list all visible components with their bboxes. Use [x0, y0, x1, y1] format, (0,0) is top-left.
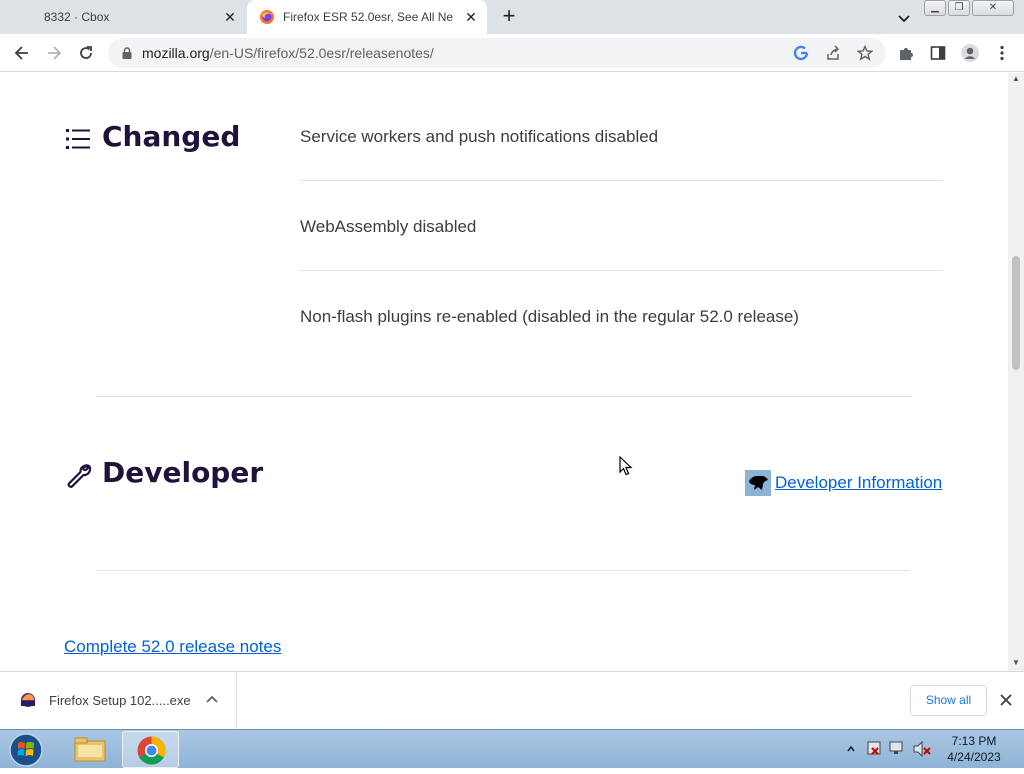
download-file-name: Firefox Setup 102.....exe: [49, 693, 191, 708]
tab-close-icon[interactable]: ✕: [222, 9, 238, 25]
tray-expand-icon: [847, 745, 855, 752]
section-divider: [96, 570, 910, 571]
changed-note-item: Non-flash plugins re-enabled (disabled i…: [300, 307, 799, 326]
developer-network-icon: [745, 470, 771, 496]
firefox-favicon-icon: [260, 10, 274, 24]
tab-title: Firefox ESR 52.0esr, See All New Fe: [283, 10, 453, 24]
changed-note-item: WebAssembly disabled: [300, 217, 477, 236]
profile-avatar-icon[interactable]: [960, 43, 980, 63]
minimize-button[interactable]: ▁: [924, 0, 946, 16]
scrollbar-thumb[interactable]: [1012, 256, 1020, 370]
address-bar[interactable]: mozilla.org/en-US/firefox/52.0esr/releas…: [108, 38, 886, 68]
back-arrow-icon: [14, 46, 28, 60]
clock-time: 7:13 PM: [951, 734, 997, 748]
more-menu-icon[interactable]: [992, 43, 1012, 63]
mouse-cursor-icon: [619, 456, 633, 476]
vertical-scrollbar[interactable]: ▲ ▼: [1008, 73, 1024, 671]
browser-toolbar: mozilla.org/en-US/firefox/52.0esr/releas…: [0, 34, 1024, 72]
chevron-up-icon[interactable]: [204, 692, 220, 708]
chrome-icon: [137, 736, 166, 765]
changed-heading: Changed: [102, 120, 241, 153]
complete-release-notes-link[interactable]: Complete 52.0 release notes: [64, 637, 281, 657]
show-all-button[interactable]: Show all: [910, 685, 987, 716]
close-window-button[interactable]: ✕: [972, 0, 1014, 16]
close-downloads-icon[interactable]: [997, 691, 1015, 709]
action-center-flag-icon: [867, 741, 881, 755]
side-panel-icon[interactable]: [928, 43, 948, 63]
tab-title: 8332 · Cbox: [44, 10, 110, 24]
url-host: mozilla.org: [142, 45, 210, 61]
forward-arrow-icon: [48, 46, 62, 60]
scroll-down-arrow-icon[interactable]: ▼: [1012, 659, 1020, 667]
taskbar-file-explorer[interactable]: [61, 731, 118, 768]
google-translate-icon[interactable]: [792, 44, 810, 62]
back-button[interactable]: [9, 40, 35, 66]
window-controls: ▁ ❐ ✕: [924, 0, 1014, 18]
note-divider: [300, 180, 943, 181]
note-divider: [300, 270, 943, 271]
network-icon: [889, 741, 903, 754]
tab-cbox[interactable]: 8332 · Cbox ✕: [0, 0, 246, 34]
system-tray: [847, 740, 931, 758]
taskbar-chrome[interactable]: [122, 731, 179, 768]
windows-taskbar: 7:13 PM 4/24/2023: [0, 729, 1024, 768]
tab-strip: 8332 · Cbox ✕ Firefox ESR 52.0esr, See A…: [0, 0, 1024, 34]
page-viewport: Changed Service workers and push notific…: [0, 73, 1008, 671]
changed-note-item: Service workers and push notifications d…: [300, 127, 659, 146]
developer-heading: Developer: [102, 456, 264, 489]
system-clock[interactable]: 7:13 PM 4/24/2023: [940, 733, 1008, 765]
downloads-bar: Firefox Setup 102.....exe Show all: [0, 671, 1024, 729]
bookmark-star-icon[interactable]: [856, 44, 874, 62]
reload-button[interactable]: [73, 40, 99, 66]
tab-firefox-esr[interactable]: Firefox ESR 52.0esr, See All New Fe ✕: [247, 0, 487, 34]
lock-icon[interactable]: [120, 46, 134, 60]
new-tab-button[interactable]: +: [498, 5, 520, 29]
developer-information-link[interactable]: Developer Information: [775, 473, 942, 493]
wrench-icon: [67, 464, 92, 488]
firefox-installer-icon: [21, 693, 35, 707]
scroll-up-arrow-icon[interactable]: ▲: [1012, 75, 1020, 83]
clock-date: 4/24/2023: [947, 750, 1001, 764]
download-item[interactable]: Firefox Setup 102.....exe: [0, 672, 237, 729]
folder-icon: [74, 737, 106, 762]
section-divider: [96, 396, 912, 397]
url-text[interactable]: mozilla.org/en-US/firefox/52.0esr/releas…: [142, 45, 434, 61]
restore-button[interactable]: ❐: [948, 0, 970, 16]
list-icon: [66, 129, 90, 149]
tab-search-chevron-icon[interactable]: [894, 8, 914, 28]
url-path: /en-US/firefox/52.0esr/releasenotes/: [209, 45, 434, 61]
share-icon[interactable]: [824, 44, 842, 62]
volume-muted-icon: [913, 740, 931, 758]
forward-button[interactable]: [41, 40, 67, 66]
start-button-icon[interactable]: [6, 732, 46, 768]
extensions-puzzle-icon[interactable]: [896, 43, 916, 63]
tab-close-icon[interactable]: ✕: [463, 9, 479, 25]
reload-icon: [80, 46, 92, 59]
